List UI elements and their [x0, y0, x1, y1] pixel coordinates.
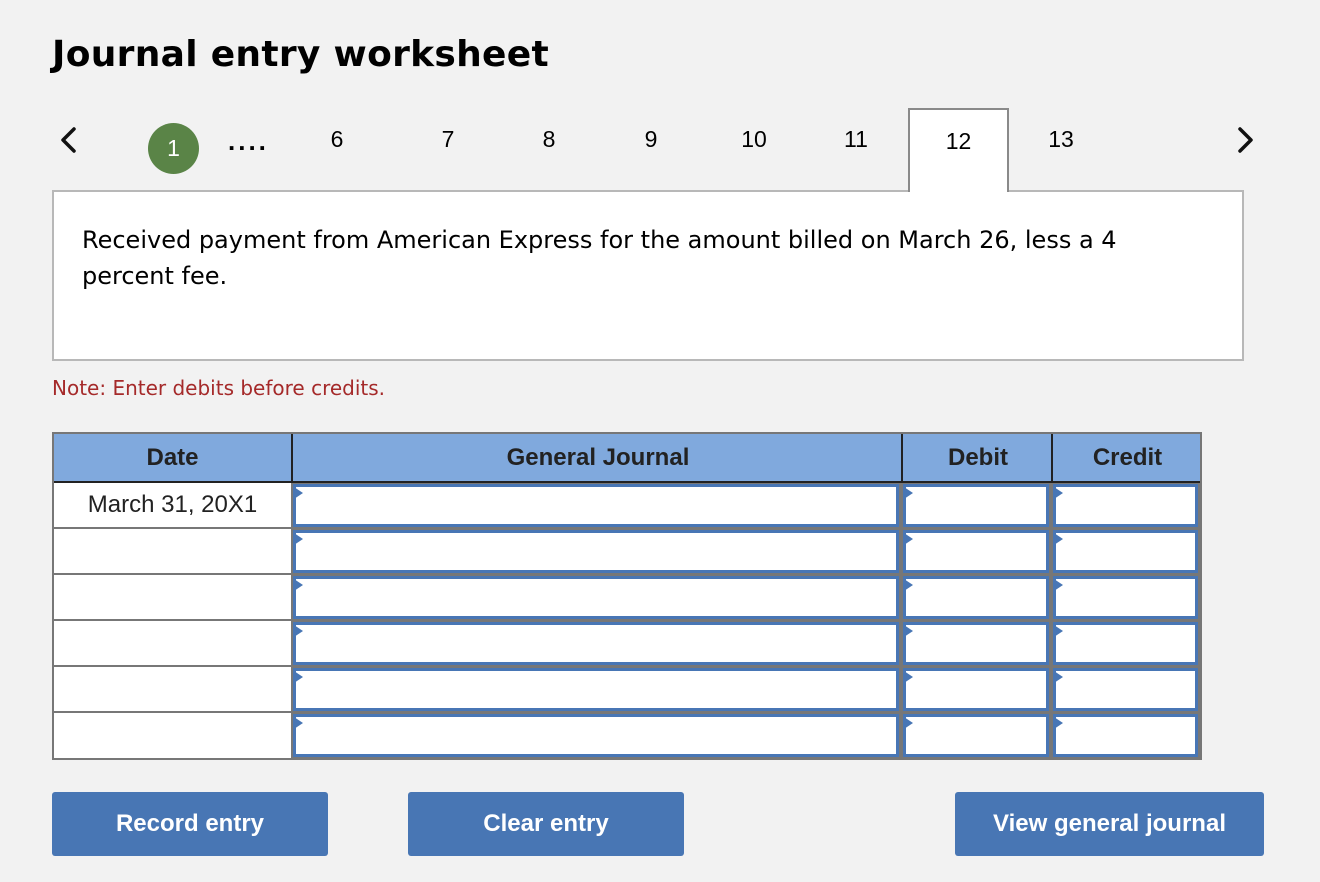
account-input[interactable] [293, 530, 899, 573]
page-title: Journal entry worksheet [52, 34, 549, 75]
debit-input[interactable] [903, 622, 1049, 665]
account-input[interactable] [293, 484, 899, 527]
question-text: Received payment from American Express f… [82, 226, 1117, 290]
step-tab-10[interactable]: 10 [723, 108, 785, 190]
step-tab-6[interactable]: 6 [306, 108, 368, 190]
credit-input[interactable] [1053, 714, 1198, 757]
debit-input[interactable] [903, 668, 1049, 711]
table-row [54, 529, 1200, 575]
debit-cell [901, 575, 1051, 621]
chevron-left-icon [61, 127, 76, 153]
table-row [54, 667, 1200, 713]
step-tab-8[interactable]: 8 [518, 108, 580, 190]
credit-cell [1051, 529, 1200, 575]
column-header-general-journal: General Journal [291, 434, 903, 481]
credit-input[interactable] [1053, 668, 1198, 711]
debit-input[interactable] [903, 714, 1049, 757]
column-header-debit: Debit [901, 434, 1053, 481]
step-pager: 1 .... 6 7 8 9 10 11 12 13 [0, 108, 1320, 192]
date-cell [54, 529, 291, 575]
column-header-credit: Credit [1051, 434, 1202, 481]
date-cell: March 31, 20X1 [54, 483, 291, 529]
step-tab-7[interactable]: 7 [417, 108, 479, 190]
account-cell [291, 667, 901, 713]
date-cell [54, 667, 291, 713]
account-input[interactable] [293, 714, 899, 757]
credit-input[interactable] [1053, 576, 1198, 619]
steps-ellipsis: .... [228, 126, 269, 156]
table-row [54, 575, 1200, 621]
step-tab-13[interactable]: 13 [1030, 108, 1092, 190]
date-cell [54, 621, 291, 667]
column-header-date: Date [146, 443, 199, 471]
account-cell [291, 621, 901, 667]
credit-cell [1051, 621, 1200, 667]
clear-entry-button[interactable]: Clear entry [408, 792, 684, 856]
credit-cell [1051, 483, 1200, 529]
table-header: Date General Journal Debit Credit [54, 434, 1200, 483]
debit-input[interactable] [903, 484, 1049, 527]
debit-cell [901, 713, 1051, 759]
chevron-right-icon [1238, 127, 1253, 153]
credit-cell [1051, 667, 1200, 713]
debit-input[interactable] [903, 576, 1049, 619]
credit-input[interactable] [1053, 622, 1198, 665]
question-box: Received payment from American Express f… [52, 190, 1244, 361]
date-cell [54, 575, 291, 621]
table-row [54, 621, 1200, 667]
next-button[interactable] [1230, 124, 1260, 156]
step-tab-9[interactable]: 9 [620, 108, 682, 190]
step-tab-12-active[interactable]: 12 [908, 108, 1009, 192]
credit-input[interactable] [1053, 530, 1198, 573]
journal-table: Date General Journal Debit Credit March … [52, 432, 1202, 760]
account-input[interactable] [293, 576, 899, 619]
debit-input[interactable] [903, 530, 1049, 573]
date-cell [54, 713, 291, 759]
debit-cell [901, 621, 1051, 667]
account-cell [291, 529, 901, 575]
record-entry-button[interactable]: Record entry [52, 792, 328, 856]
step-tab-11[interactable]: 11 [825, 108, 887, 190]
note-text: Note: Enter debits before credits. [52, 376, 386, 400]
debit-cell [901, 483, 1051, 529]
credit-input[interactable] [1053, 484, 1198, 527]
account-cell [291, 713, 901, 759]
previous-button[interactable] [54, 124, 84, 156]
table-row [54, 713, 1200, 759]
credit-cell [1051, 713, 1200, 759]
account-cell [291, 483, 901, 529]
credit-cell [1051, 575, 1200, 621]
debit-cell [901, 529, 1051, 575]
account-input[interactable] [293, 622, 899, 665]
view-general-journal-button[interactable]: View general journal [955, 792, 1264, 856]
table-row: March 31, 20X1 [54, 483, 1200, 529]
account-input[interactable] [293, 668, 899, 711]
account-cell [291, 575, 901, 621]
step-1-indicator[interactable]: 1 [148, 123, 199, 174]
debit-cell [901, 667, 1051, 713]
